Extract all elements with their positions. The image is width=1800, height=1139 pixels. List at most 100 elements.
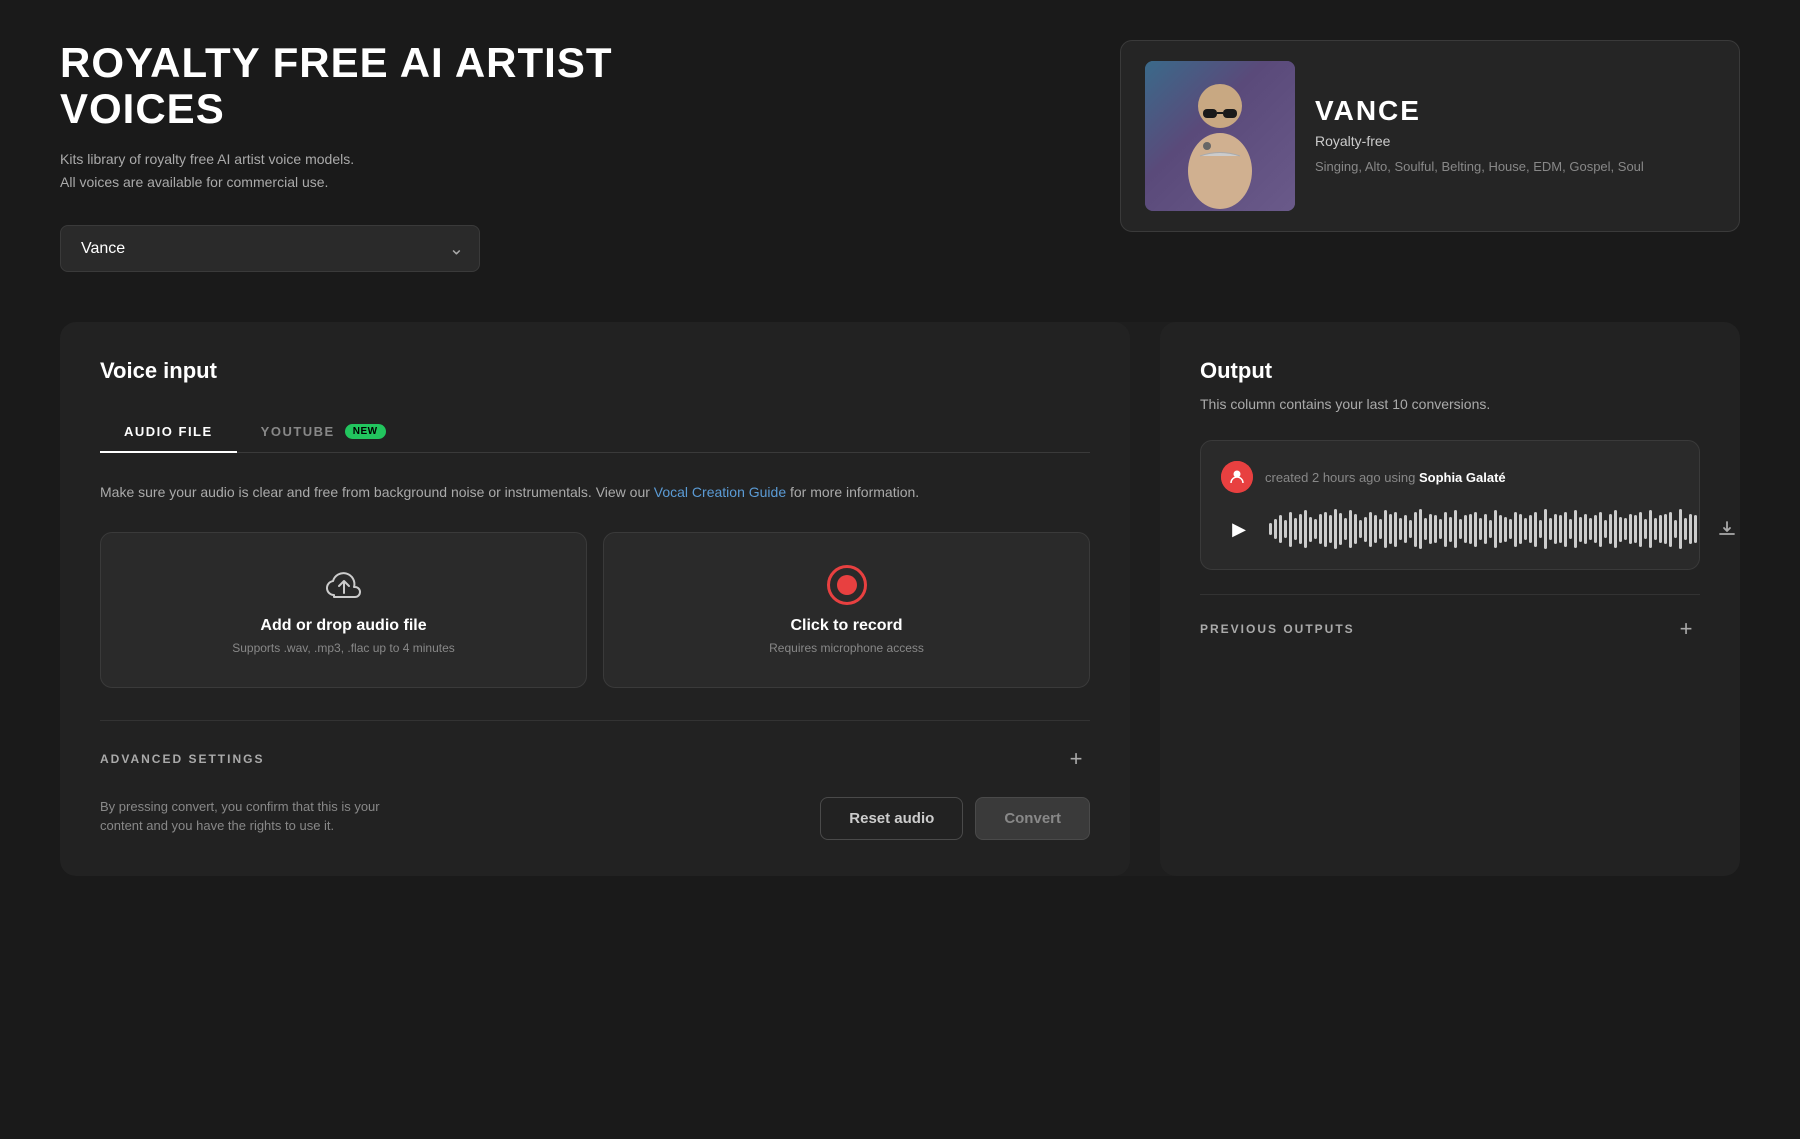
waveform-bar (1279, 515, 1282, 543)
waveform-bar (1509, 519, 1512, 539)
waveform-bar (1579, 517, 1582, 542)
tab-description: Make sure your audio is clear and free f… (100, 481, 1090, 503)
waveform-bar (1289, 512, 1292, 547)
vocal-creation-guide-link[interactable]: Vocal Creation Guide (654, 484, 786, 500)
convert-button[interactable]: Convert (975, 797, 1090, 840)
tab-audio-file[interactable]: AUDIO FILE (100, 412, 237, 453)
record-subtitle: Requires microphone access (769, 641, 924, 655)
voice-input-tabs: AUDIO FILE YOUTUBE New (100, 412, 1090, 453)
artist-card: VANCE Royalty-free Singing, Alto, Soulfu… (1120, 40, 1740, 232)
waveform-bar (1464, 515, 1467, 543)
waveform-bar (1274, 519, 1277, 539)
waveform-bar (1409, 520, 1412, 538)
waveform-bar (1269, 523, 1272, 535)
download-button[interactable] (1709, 511, 1740, 547)
waveform-bar (1569, 519, 1572, 539)
cloud-upload-icon (324, 565, 364, 605)
waveform-bar (1549, 518, 1552, 540)
waveform-bar (1284, 520, 1287, 538)
waveform-bar (1654, 518, 1657, 540)
hero-title: ROYALTY FREE AI ARTIST VOICES (60, 40, 700, 132)
waveform-bar (1324, 512, 1327, 547)
waveform-bar (1589, 518, 1592, 540)
waveform-bar (1349, 510, 1352, 548)
audio-action-buttons (1709, 511, 1740, 547)
waveform-bar (1564, 512, 1567, 547)
previous-outputs-expand-button[interactable]: + (1672, 615, 1700, 643)
waveform-bar (1459, 519, 1462, 539)
avatar (1221, 461, 1253, 493)
waveform-bar (1329, 515, 1332, 543)
waveform-bar (1584, 514, 1587, 544)
waveform-bar (1574, 510, 1577, 548)
file-upload-title: Add or drop audio file (260, 617, 426, 635)
waveform-bar (1609, 514, 1612, 544)
waveform-bar (1449, 517, 1452, 542)
waveform-bar (1374, 515, 1377, 543)
waveform-bar (1424, 518, 1427, 540)
waveform-bar (1384, 510, 1387, 548)
waveform-bar (1684, 518, 1687, 540)
waveform-bar (1369, 512, 1372, 547)
waveform-bar (1404, 515, 1407, 543)
waveform-bar (1469, 514, 1472, 544)
output-title: Output (1200, 358, 1700, 384)
output-description: This column contains your last 10 conver… (1200, 396, 1700, 412)
artist-info: VANCE Royalty-free Singing, Alto, Soulfu… (1315, 95, 1715, 177)
waveform-bar (1604, 520, 1607, 538)
artist-license: Royalty-free (1315, 133, 1715, 149)
reset-audio-button[interactable]: Reset audio (820, 797, 963, 840)
waveform-bar (1354, 514, 1357, 544)
waveform-bar (1634, 515, 1637, 543)
waveform-bar (1504, 517, 1507, 542)
waveform-bar (1344, 518, 1347, 540)
waveform-bar (1479, 518, 1482, 540)
play-button[interactable]: ▶ (1221, 511, 1257, 547)
record-box[interactable]: Click to record Requires microphone acce… (603, 532, 1090, 688)
tab-youtube[interactable]: YOUTUBE New (237, 412, 410, 453)
waveform-bar (1644, 519, 1647, 539)
output-panel: Output This column contains your last 10… (1160, 322, 1740, 875)
waveform (1269, 509, 1697, 549)
waveform-bar (1474, 512, 1477, 547)
waveform-bar (1494, 510, 1497, 548)
waveform-bar (1359, 520, 1362, 538)
audio-player: ▶ (1221, 509, 1679, 549)
waveform-bar (1484, 514, 1487, 544)
waveform-bar (1309, 517, 1312, 542)
main-content: Voice input AUDIO FILE YOUTUBE New Make … (60, 322, 1740, 875)
hero-left: ROYALTY FREE AI ARTIST VOICES Kits libra… (60, 40, 700, 272)
download-icon (1717, 519, 1737, 539)
waveform-bar (1534, 512, 1537, 547)
record-title: Click to record (790, 617, 902, 635)
waveform-bar (1529, 515, 1532, 543)
upload-options-row: Add or drop audio file Supports .wav, .m… (100, 532, 1090, 688)
waveform-bar (1639, 512, 1642, 547)
waveform-bar (1304, 510, 1307, 548)
file-upload-subtitle: Supports .wav, .mp3, .flac up to 4 minut… (232, 641, 455, 655)
youtube-new-badge: New (345, 424, 386, 439)
waveform-bar (1629, 514, 1632, 544)
voice-select[interactable]: Vance Sophia Galaté Marcus Elena (60, 225, 480, 272)
waveform-bar (1444, 512, 1447, 547)
footer-buttons: Reset audio Convert (820, 797, 1090, 840)
waveform-bar (1514, 512, 1517, 547)
advanced-settings-expand-button[interactable]: + (1062, 745, 1090, 773)
previous-outputs-label: PREVIOUS OUTPUTS (1200, 622, 1355, 636)
advanced-settings-label: ADVANCED SETTINGS (100, 752, 264, 766)
waveform-bar (1544, 509, 1547, 549)
artist-tags: Singing, Alto, Soulful, Belting, House, … (1315, 157, 1715, 177)
waveform-bar (1499, 515, 1502, 543)
waveform-bar (1659, 515, 1662, 543)
waveform-bar (1694, 515, 1697, 543)
file-upload-box[interactable]: Add or drop audio file Supports .wav, .m… (100, 532, 587, 688)
waveform-bar (1434, 515, 1437, 543)
waveform-bar (1559, 515, 1562, 543)
track-meta: created 2 hours ago using Sophia Galaté (1265, 470, 1506, 485)
waveform-bar (1489, 520, 1492, 538)
footer-disclaimer: By pressing convert, you confirm that th… (100, 797, 400, 836)
waveform-bar (1294, 518, 1297, 540)
waveform-bar (1519, 514, 1522, 544)
waveform-bar (1524, 518, 1527, 540)
waveform-bar (1379, 519, 1382, 539)
